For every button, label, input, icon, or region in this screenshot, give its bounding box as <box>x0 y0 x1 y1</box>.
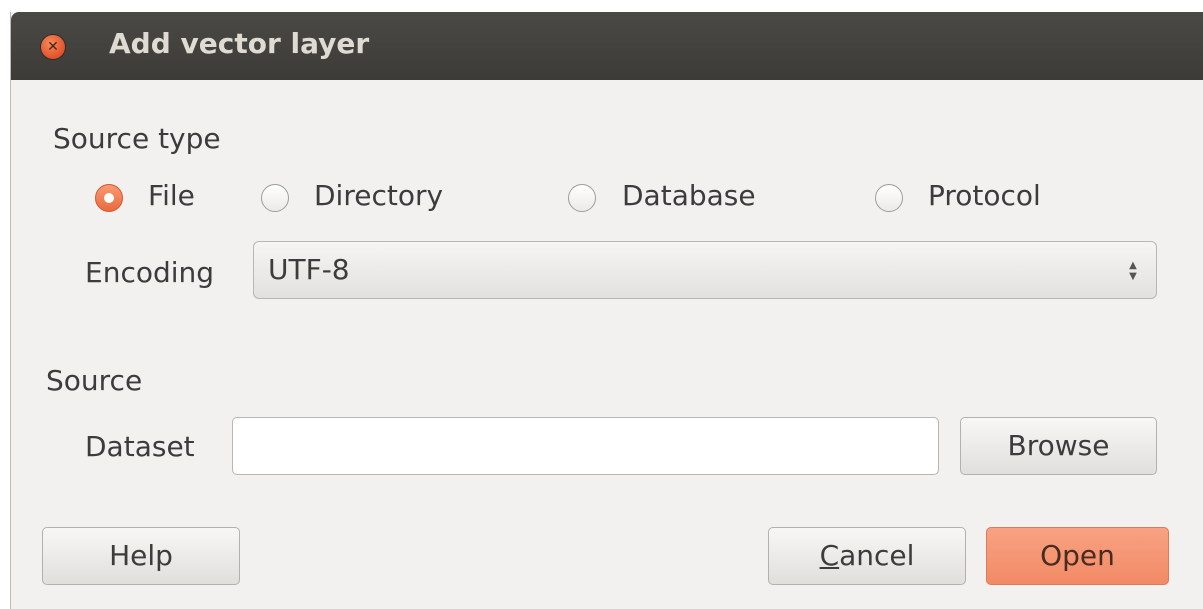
add-vector-layer-dialog: ✕ Add vector layer Source type File Dire… <box>10 12 1203 609</box>
open-button[interactable]: Open <box>986 527 1169 585</box>
cancel-label-rest: ancel <box>839 539 915 572</box>
encoding-label: Encoding <box>85 256 215 289</box>
cancel-mnemonic: C <box>819 539 840 572</box>
radio-protocol[interactable] <box>875 184 903 212</box>
dataset-input[interactable] <box>232 417 939 475</box>
radio-selected-dot <box>104 193 114 203</box>
source-type-heading: Source type <box>53 122 221 155</box>
close-icon: ✕ <box>47 39 59 55</box>
radio-protocol-label[interactable]: Protocol <box>928 179 1041 212</box>
encoding-value: UTF-8 <box>268 253 350 286</box>
browse-button[interactable]: Browse <box>960 417 1157 475</box>
window-title: Add vector layer <box>109 27 370 60</box>
title-bar[interactable]: ✕ Add vector layer <box>11 12 1203 80</box>
radio-file-label[interactable]: File <box>148 179 195 212</box>
radio-directory-label[interactable]: Directory <box>314 179 443 212</box>
cancel-button[interactable]: Cancel <box>768 527 966 585</box>
close-button[interactable]: ✕ <box>41 35 65 59</box>
radio-file[interactable] <box>95 184 123 212</box>
help-button[interactable]: Help <box>42 527 240 585</box>
radio-database[interactable] <box>568 184 596 212</box>
radio-directory[interactable] <box>261 184 289 212</box>
encoding-combobox[interactable]: UTF-8 ▲ ▼ <box>253 241 1157 299</box>
dataset-label: Dataset <box>85 430 195 463</box>
source-heading: Source <box>46 364 143 397</box>
up-down-arrows-icon: ▲ ▼ <box>1129 260 1137 282</box>
radio-database-label[interactable]: Database <box>622 179 756 212</box>
